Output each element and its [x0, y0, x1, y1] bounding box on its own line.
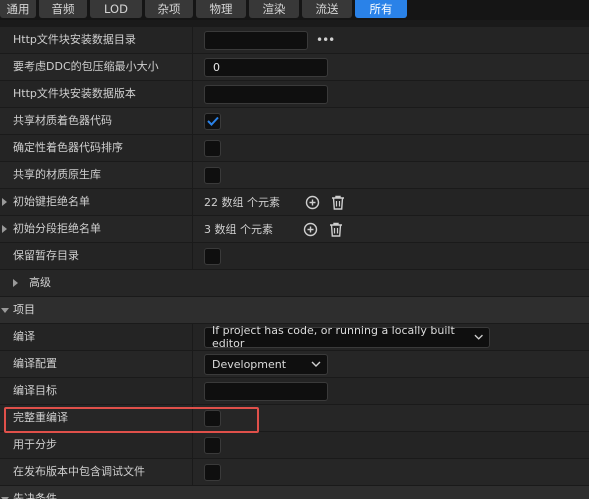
column-divider[interactable] — [192, 135, 193, 161]
category-tab-bar: 通用 音频 LOD 杂项 物理 渲染 流送 所有 — [0, 0, 589, 20]
property-row-http-chunk-version: Http文件块安装数据版本 — [0, 81, 589, 108]
property-label: 编译目标 — [13, 384, 57, 397]
share-shader-code-checkbox[interactable] — [204, 112, 221, 130]
keep-staging-dir-checkbox[interactable] — [204, 247, 221, 265]
expand-arrow-icon[interactable] — [2, 198, 7, 206]
column-divider[interactable] — [192, 27, 193, 53]
build-dropdown[interactable]: If project has code, or running a locall… — [204, 324, 490, 350]
property-label: 共享的材质原生库 — [13, 168, 101, 181]
browse-button[interactable]: ••• — [316, 34, 335, 46]
column-divider[interactable] — [192, 351, 193, 377]
column-divider[interactable] — [192, 324, 193, 350]
column-divider[interactable] — [192, 432, 193, 458]
property-label: 初始分段拒绝名单 — [13, 222, 101, 235]
expand-arrow-icon[interactable] — [13, 279, 18, 287]
expand-arrow-icon[interactable] — [2, 225, 7, 233]
property-label: Http文件块安装数据目录 — [13, 33, 136, 46]
column-divider[interactable] — [192, 459, 193, 485]
section-header-prerequisites[interactable]: 先决条件 — [0, 486, 589, 499]
tab-lod[interactable]: LOD — [90, 0, 142, 18]
property-row-include-debug-files: 在发布版本中包含调试文件 — [0, 459, 589, 486]
property-row-keep-staging-dir: 保留暂存目录 — [0, 243, 589, 270]
property-row-shared-material-library: 共享的材质原生库 — [0, 162, 589, 189]
build-config-dropdown[interactable]: Development — [204, 353, 328, 375]
collapse-arrow-icon[interactable] — [1, 308, 9, 313]
trash-icon[interactable] — [328, 221, 344, 237]
property-label: 在发布版本中包含调试文件 — [13, 465, 145, 478]
property-label: 保留暂存目录 — [13, 249, 79, 262]
column-divider[interactable] — [192, 189, 193, 215]
property-row-build-config: 编译配置 Development — [0, 351, 589, 378]
property-label: 完整重编译 — [13, 411, 68, 424]
tab-physics[interactable]: 物理 — [196, 0, 246, 18]
checkmark-icon — [206, 116, 219, 126]
ddc-min-size-input[interactable]: 0 — [204, 57, 328, 77]
property-label: 要考虑DDC的包压缩最小大小 — [13, 60, 159, 73]
tab-misc[interactable]: 杂项 — [145, 0, 193, 18]
column-divider[interactable] — [192, 378, 193, 404]
column-divider[interactable] — [192, 162, 193, 188]
advanced-expander-row[interactable]: 高级 — [0, 270, 589, 297]
dropdown-value: If project has code, or running a locall… — [212, 324, 455, 350]
property-label: 编译配置 — [13, 357, 57, 370]
chevron-down-icon — [311, 361, 321, 367]
property-label: 编译 — [13, 330, 35, 343]
property-label: 初始键拒绝名单 — [13, 195, 90, 208]
tab-audio[interactable]: 音频 — [39, 0, 87, 18]
property-label: 确定性着色器代码排序 — [13, 141, 123, 154]
property-row-initial-chunk-denylist: 初始分段拒绝名单 3 数组 个元素 — [0, 216, 589, 243]
chevron-down-icon — [474, 334, 483, 340]
add-element-icon[interactable] — [304, 194, 320, 210]
property-label: Http文件块安装数据版本 — [13, 87, 136, 100]
include-debug-files-checkbox[interactable] — [204, 463, 221, 481]
tab-rendering[interactable]: 渲染 — [249, 0, 299, 18]
full-rebuild-checkbox[interactable] — [204, 409, 221, 427]
http-chunk-version-input[interactable] — [204, 84, 328, 104]
property-row-initial-key-denylist: 初始键拒绝名单 22 数组 个元素 — [0, 189, 589, 216]
column-divider[interactable] — [192, 243, 193, 269]
section-title: 项目 — [13, 303, 35, 316]
column-divider[interactable] — [192, 81, 193, 107]
column-divider[interactable] — [192, 108, 193, 134]
column-divider[interactable] — [192, 216, 193, 242]
property-row-ddc-min-size: 要考虑DDC的包压缩最小大小 0 — [0, 54, 589, 81]
column-divider[interactable] — [192, 405, 193, 431]
property-label: 用于分步 — [13, 438, 57, 451]
trash-icon[interactable] — [330, 194, 346, 210]
tab-all[interactable]: 所有 — [355, 0, 407, 18]
deterministic-shader-checkbox[interactable] — [204, 139, 221, 157]
section-header-project[interactable]: 项目 — [0, 297, 589, 324]
add-element-icon[interactable] — [302, 221, 318, 237]
http-chunk-dir-input[interactable] — [204, 30, 308, 50]
column-divider[interactable] — [192, 54, 193, 80]
for-distribution-checkbox[interactable] — [204, 436, 221, 454]
property-label: 共享材质着色器代码 — [13, 114, 112, 127]
property-row-build-target: 编译目标 — [0, 378, 589, 405]
property-row-full-rebuild: 完整重编译 — [0, 405, 589, 432]
dropdown-value: Development — [212, 357, 287, 371]
array-count: 3 数组 个元素 — [204, 223, 273, 236]
advanced-label: 高级 — [29, 276, 51, 289]
array-count: 22 数组 个元素 — [204, 196, 280, 209]
property-row-for-distribution: 用于分步 — [0, 432, 589, 459]
property-row-http-chunk-dir: Http文件块安装数据目录 ••• — [0, 27, 589, 54]
property-row-build: 编译 If project has code, or running a loc… — [0, 324, 589, 351]
shared-material-library-checkbox[interactable] — [204, 166, 221, 184]
property-row-share-shader-code: 共享材质着色器代码 — [0, 108, 589, 135]
build-target-input[interactable] — [204, 381, 328, 401]
tab-streaming[interactable]: 流送 — [302, 0, 352, 18]
property-row-deterministic-shader: 确定性着色器代码排序 — [0, 135, 589, 162]
section-title: 先决条件 — [13, 492, 57, 499]
tab-general[interactable]: 通用 — [0, 0, 36, 18]
